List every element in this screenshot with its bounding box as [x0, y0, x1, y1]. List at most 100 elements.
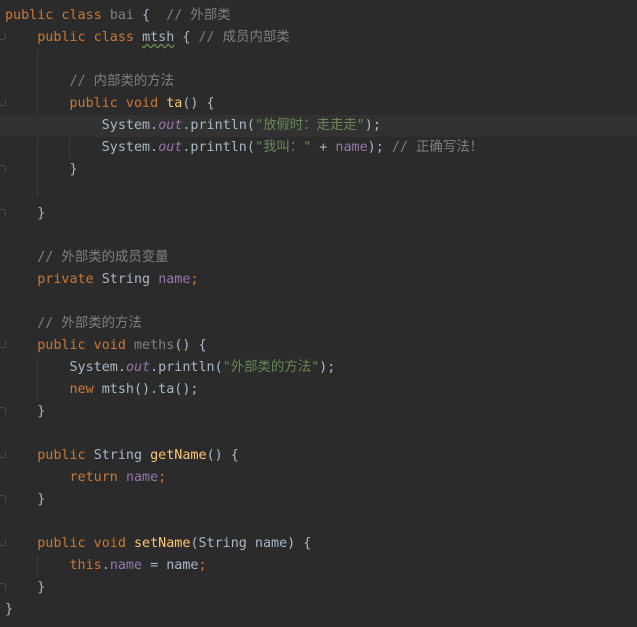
code-token: () { [206, 448, 239, 463]
code-line[interactable]: public void ta() { [0, 93, 637, 115]
code-line[interactable]: public class bai { // 外部类 [0, 5, 637, 27]
code-text: } [5, 159, 78, 181]
code-token: { [134, 8, 167, 23]
code-editor[interactable]: public class bai { // 外部类 public class m… [0, 0, 637, 627]
code-line[interactable]: return name; [0, 467, 637, 489]
code-token: // 成员内部类 [198, 30, 290, 45]
code-line[interactable]: System.out.println("外部类的方法"); [0, 357, 637, 379]
code-line[interactable]: // 外部类的成员变量 [0, 247, 637, 269]
code-token: // 外部类 [166, 8, 231, 23]
code-token: System. [5, 118, 159, 133]
code-token: // 内部类的方法 [69, 74, 175, 89]
code-token: meths [134, 338, 175, 353]
code-text: new mtsh().ta(); [5, 379, 199, 401]
code-token: System. [5, 360, 126, 375]
code-line[interactable]: public void meths() { [0, 335, 637, 357]
code-token: return [69, 470, 126, 485]
code-token: { [174, 30, 199, 45]
code-token: mtsh [142, 30, 175, 45]
code-token: // 外部类的成员变量 [37, 250, 169, 265]
code-token: setName [134, 536, 191, 551]
code-token: public class [5, 8, 110, 23]
code-token: (String name) { [190, 536, 312, 551]
code-token: () { [174, 338, 207, 353]
code-token: // 外部类的方法 [37, 316, 142, 331]
code-token: bai [109, 8, 134, 23]
code-line[interactable]: } [0, 489, 637, 511]
code-text: // 外部类的成员变量 [5, 247, 169, 269]
code-token: "放假时：走走走" [254, 118, 365, 133]
code-text: System.out.println("我叫：" + name); // 正确写… [5, 137, 483, 159]
code-token: private [37, 272, 102, 287]
code-text: public void ta() { [5, 93, 215, 115]
code-line[interactable]: new mtsh().ta(); [0, 379, 637, 401]
code-line[interactable]: } [0, 401, 637, 423]
code-token: out [158, 118, 183, 133]
code-token: mtsh().ta(); [101, 382, 199, 397]
code-line[interactable]: } [0, 203, 637, 225]
code-line[interactable]: // 内部类的方法 [0, 71, 637, 93]
code-token: this [69, 558, 102, 573]
code-text: // 外部类的方法 [5, 313, 142, 335]
code-line[interactable] [0, 291, 637, 313]
code-token: ta [166, 96, 183, 111]
code-text: System.out.println("放假时：走走走"); [5, 115, 381, 137]
code-line[interactable]: System.out.println("放假时：走走走"); [0, 115, 637, 137]
code-line[interactable]: this.name = name; [0, 555, 637, 577]
code-token: name [125, 470, 159, 485]
code-token: } [5, 206, 46, 221]
code-line[interactable] [0, 511, 637, 533]
code-text: // 内部类的方法 [5, 71, 175, 93]
code-token: } [5, 580, 46, 595]
code-token: name [109, 558, 143, 573]
code-token: () { [182, 96, 215, 111]
code-text: this.name = name; [5, 555, 207, 577]
code-token: .println( [150, 360, 223, 375]
code-token: .println( [182, 140, 255, 155]
code-token: getName [150, 448, 207, 463]
code-line[interactable]: private String name; [0, 269, 637, 291]
code-line[interactable]: } [0, 159, 637, 181]
code-token: = name [142, 558, 199, 573]
code-line[interactable]: public void setName(String name) { [0, 533, 637, 555]
code-token: .println( [182, 118, 255, 133]
code-token: public void [37, 536, 134, 551]
code-token: } [5, 162, 78, 177]
code-line[interactable]: } [0, 599, 637, 621]
code-token: } [5, 492, 46, 507]
code-text: } [5, 577, 45, 599]
code-line[interactable]: public String getName() { [0, 445, 637, 467]
code-line[interactable]: // 外部类的方法 [0, 313, 637, 335]
code-token: ; [190, 272, 199, 287]
code-token: . [101, 558, 110, 573]
code-token: System. [5, 140, 159, 155]
code-token: "外部类的方法" [222, 360, 320, 375]
code-token: String [93, 448, 151, 463]
code-token: ; [198, 558, 207, 573]
code-token: String [101, 272, 159, 287]
code-line[interactable]: } [0, 577, 637, 599]
code-token: } [5, 404, 46, 419]
code-line[interactable] [0, 225, 637, 247]
code-text: } [5, 203, 45, 225]
code-token: public class [37, 30, 143, 45]
code-line[interactable] [0, 49, 637, 71]
code-line[interactable]: System.out.println("我叫：" + name); // 正确写… [0, 137, 637, 159]
code-text: public class mtsh { // 成员内部类 [5, 27, 290, 49]
code-text: } [5, 599, 13, 621]
code-line[interactable] [0, 181, 637, 203]
code-text: } [5, 489, 45, 511]
code-token: } [5, 602, 14, 617]
code-token: name [158, 272, 191, 287]
code-line[interactable]: public class mtsh { // 成员内部类 [0, 27, 637, 49]
code-token: ); [367, 140, 392, 155]
code-line[interactable] [0, 423, 637, 445]
